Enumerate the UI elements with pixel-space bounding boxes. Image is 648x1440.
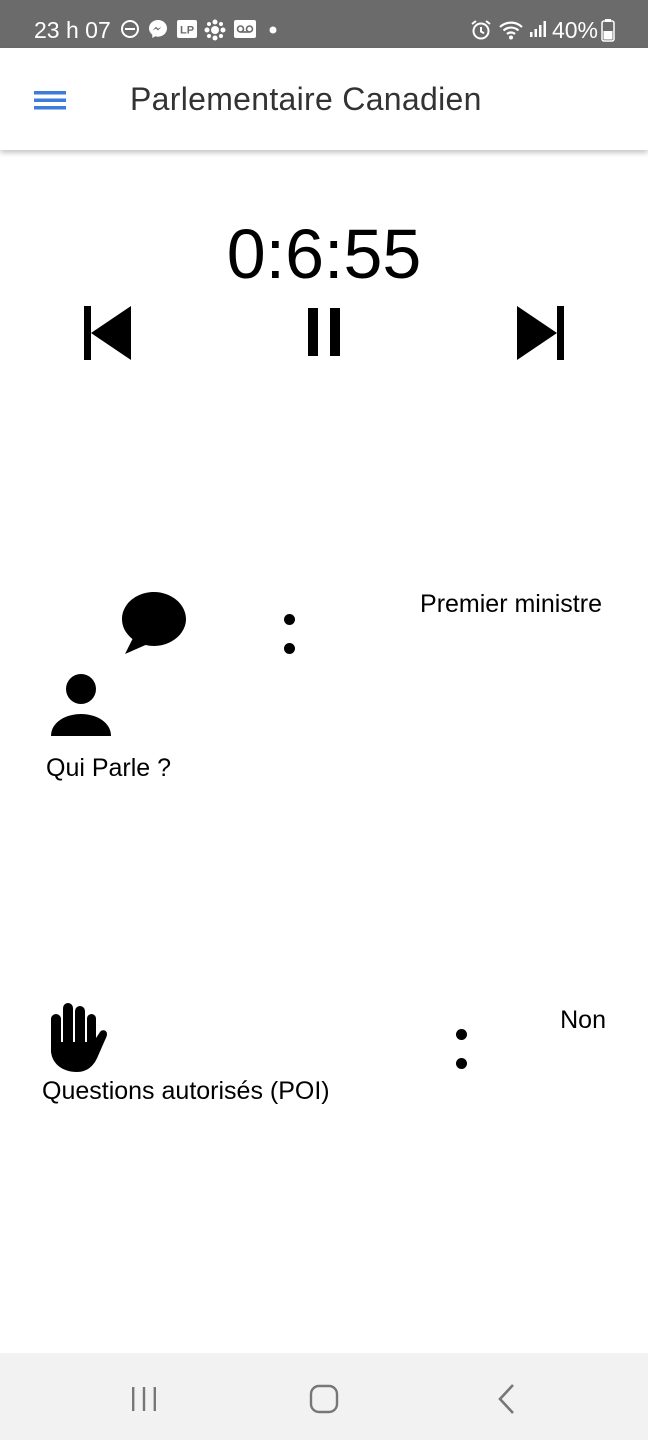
status-bar: 23 h 07 LP 40% (0, 0, 648, 48)
next-button[interactable] (508, 300, 572, 364)
lp-icon: LP (177, 20, 197, 38)
messenger-icon (149, 20, 167, 38)
previous-button[interactable] (76, 300, 140, 364)
speaker-label: Qui Parle ? (46, 754, 172, 782)
speech-bubble-icon (122, 592, 186, 654)
poi-label: Questions autorisés (POI) (42, 1077, 330, 1105)
menu-button[interactable] (24, 78, 76, 122)
status-time: 23 h 07 (34, 17, 111, 43)
hamburger-menu-icon[interactable] (24, 78, 76, 122)
system-nav-bar (0, 1353, 648, 1440)
dot-icon (269, 26, 277, 34)
skip-previous-icon[interactable] (76, 300, 140, 364)
colon-dot-top-poi (456, 1029, 467, 1040)
alarm-icon (471, 20, 491, 40)
signal-icon (530, 21, 546, 37)
skip-next-icon[interactable] (508, 300, 572, 364)
recent-apps-icon[interactable] (120, 1375, 168, 1423)
speaker-value: Premier ministre (420, 590, 602, 618)
cbc-icon (204, 19, 226, 41)
back-icon[interactable] (483, 1375, 531, 1423)
pause-icon[interactable] (292, 300, 356, 364)
recent-apps-button[interactable] (120, 1375, 168, 1423)
timer-display: 0:6:55 (226, 215, 422, 293)
pause-button[interactable] (292, 300, 356, 364)
battery-icon (601, 19, 615, 42)
home-button[interactable] (300, 1375, 348, 1423)
poi-value: Non (560, 1006, 606, 1034)
wifi-icon (499, 21, 523, 40)
battery-percentage: 40% (551, 17, 598, 43)
do-not-disturb-icon (121, 20, 139, 38)
colon-dot-top (284, 614, 295, 625)
app-bar: Parlementaire Canadien (0, 48, 648, 150)
voicemail-icon (234, 20, 256, 38)
raised-hand-icon (51, 1003, 107, 1072)
home-icon[interactable] (300, 1375, 348, 1423)
app-title: Parlementaire Canadien (130, 81, 482, 117)
person-icon (51, 674, 111, 736)
colon-dot-bottom-poi (456, 1058, 467, 1069)
back-button[interactable] (483, 1375, 531, 1423)
svg-text:LP: LP (180, 25, 194, 37)
colon-dot-bottom (284, 643, 295, 654)
